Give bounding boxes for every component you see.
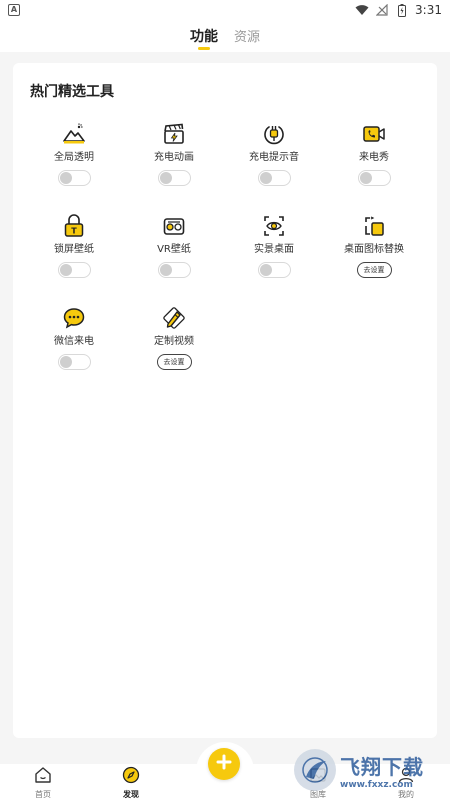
tool-label: 全局透明 xyxy=(54,152,94,163)
tool-label: 实景桌面 xyxy=(254,244,294,255)
section-title: 热门精选工具 xyxy=(30,84,114,100)
status-icons: 3:31 xyxy=(355,3,442,17)
tool-label: 桌面图标替换 xyxy=(344,244,404,255)
toggle-switch[interactable] xyxy=(157,262,191,278)
tool-wechat-call[interactable]: 微信来电 xyxy=(24,305,124,370)
nav-home[interactable]: 首页 xyxy=(13,766,73,800)
nav-label: 首页 xyxy=(35,790,51,799)
watermark-cn: 飞翔下载 xyxy=(340,754,424,779)
plus-icon xyxy=(216,754,232,774)
plus-button[interactable] xyxy=(208,748,240,780)
go-setup-button[interactable]: 去设置 xyxy=(356,262,392,278)
watermark-en: www.fxxz.com xyxy=(340,779,413,790)
svg-text:T: T xyxy=(71,227,77,236)
watermark: 飞翔下载 www.fxxz.com xyxy=(294,746,444,794)
tool-label: VR壁纸 xyxy=(157,244,191,255)
active-tab-indicator xyxy=(197,47,210,50)
tool-custom-video[interactable]: 定制视频 去设置 xyxy=(124,305,224,370)
toggle-switch[interactable] xyxy=(57,170,91,186)
icon-replace-icon xyxy=(361,213,387,239)
toggle-knob xyxy=(359,172,372,184)
nav-label: 发现 xyxy=(123,790,139,799)
toggle-switch[interactable] xyxy=(357,170,391,186)
watermark-text: 飞翔下载 www.fxxz.com xyxy=(340,751,424,790)
toggle-knob xyxy=(259,172,272,184)
status-bar: A 3:31 xyxy=(0,0,450,22)
toggle-switch[interactable] xyxy=(157,170,191,186)
tool-charge-sound[interactable]: 充电提示音 xyxy=(224,121,324,186)
tool-label: 微信来电 xyxy=(54,336,94,347)
tab-label: 功能 xyxy=(189,29,218,45)
pencil-square-icon xyxy=(161,305,187,331)
clapperboard-bolt-icon xyxy=(161,121,187,147)
go-setup-button[interactable]: 去设置 xyxy=(156,354,192,370)
nav-discover[interactable]: 发现 xyxy=(101,766,161,800)
tool-label: 充电提示音 xyxy=(249,152,299,163)
toggle-switch[interactable] xyxy=(257,170,291,186)
eye-scan-icon xyxy=(261,213,287,239)
video-call-icon xyxy=(361,121,387,147)
tab-resources[interactable]: 资源 xyxy=(234,22,260,52)
battery-icon xyxy=(395,3,409,17)
toggle-knob xyxy=(59,264,72,276)
tool-lockscreen-wallpaper[interactable]: T 锁屏壁纸 xyxy=(24,213,124,278)
tool-live-desktop[interactable]: 实景桌面 xyxy=(224,213,324,278)
tool-charge-animation[interactable]: 充电动画 xyxy=(124,121,224,186)
status-time: 3:31 xyxy=(415,3,442,17)
toggle-switch[interactable] xyxy=(57,262,91,278)
home-icon xyxy=(34,766,52,788)
tool-label: 充电动画 xyxy=(154,152,194,163)
tool-label: 来电秀 xyxy=(359,152,389,163)
toggle-switch[interactable] xyxy=(257,262,291,278)
tool-vr-wallpaper[interactable]: VR壁纸 xyxy=(124,213,224,278)
tab-label: 资源 xyxy=(233,30,260,45)
tool-call-show[interactable]: 来电秀 xyxy=(324,121,424,186)
toggle-knob xyxy=(59,356,72,368)
tool-global-transparent[interactable]: 全局透明 xyxy=(24,121,124,186)
plug-icon xyxy=(261,121,287,147)
toggle-knob xyxy=(259,264,272,276)
compass-icon xyxy=(122,766,140,788)
watermark-logo-icon xyxy=(294,749,336,791)
toggle-knob xyxy=(59,172,72,184)
toggle-switch[interactable] xyxy=(57,354,91,370)
toggle-knob xyxy=(159,172,172,184)
mountain-sun-icon xyxy=(61,121,87,147)
tool-label: 锁屏壁纸 xyxy=(54,244,94,255)
tools-card: 热门精选工具 全局透明 充电动画 充电提示音 来电秀 T 锁屏壁纸 VR壁纸 实… xyxy=(13,63,437,738)
tool-label: 定制视频 xyxy=(154,336,194,347)
app-notification-icon: A xyxy=(8,4,20,16)
top-tabs: 功能 资源 xyxy=(0,22,450,52)
no-signal-icon xyxy=(375,3,389,17)
toggle-knob xyxy=(159,264,172,276)
wifi-icon xyxy=(355,3,369,17)
wechat-call-icon xyxy=(61,305,87,331)
tool-desktop-icon-replace[interactable]: 桌面图标替换 去设置 xyxy=(324,213,424,278)
lock-t-icon: T xyxy=(61,213,87,239)
tab-features[interactable]: 功能 xyxy=(190,22,218,52)
vr-glasses-icon xyxy=(161,213,187,239)
